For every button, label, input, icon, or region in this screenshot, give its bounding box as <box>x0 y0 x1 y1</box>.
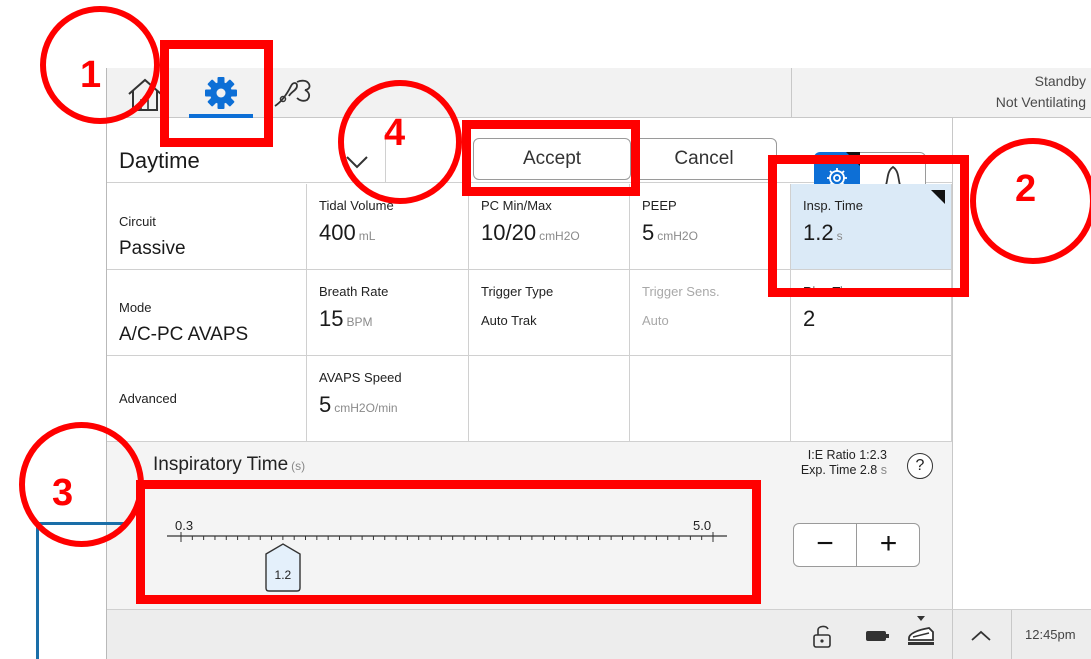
help-icon[interactable]: ? <box>907 453 933 479</box>
tidal-volume-value: 400 mL <box>319 220 375 246</box>
avaps-speed-number: 5 <box>319 392 332 417</box>
circuit-label: Circuit <box>119 214 156 229</box>
annotation-box-2 <box>768 155 969 297</box>
peep-label: PEEP <box>642 198 677 213</box>
bottom-bar: 12:45pm <box>107 609 1091 659</box>
pc-minmax-number: 10/20 <box>481 220 537 245</box>
increment-button[interactable]: + <box>857 524 920 566</box>
peep-unit: cmH2O <box>657 229 698 243</box>
ie-ratio: I:E Ratio 1:2.3 <box>807 448 887 462</box>
empty-cell <box>791 356 952 442</box>
avaps-speed-unit: cmH2O/min <box>334 401 398 415</box>
divider <box>1011 610 1012 659</box>
annotation-number-1: 1 <box>80 54 102 96</box>
trigger-sens-label: Trigger Sens. <box>642 284 720 299</box>
pc-minmax-label: PC Min/Max <box>481 198 552 213</box>
tidal-volume-unit: mL <box>358 229 376 243</box>
power-supply-icon <box>908 616 934 645</box>
clock: 12:45pm <box>1025 627 1076 642</box>
annotation-circle-3 <box>19 422 144 547</box>
breath-rate-cell[interactable]: Breath Rate 15 BPM <box>307 270 469 356</box>
breath-rate-number: 15 <box>319 306 344 331</box>
mode-label: Mode <box>119 300 152 315</box>
pc-minmax-unit: cmH2O <box>539 229 580 243</box>
trigger-type-cell[interactable]: Trigger Type Auto Trak <box>469 270 630 356</box>
breath-rate-value: 15 BPM <box>319 306 373 332</box>
mode-value: A/C-PC AVAPS <box>119 324 249 345</box>
annotation-number-4: 4 <box>384 112 406 154</box>
empty-cell <box>469 356 630 442</box>
empty-cell <box>630 356 791 442</box>
advanced-cell[interactable]: Advanced <box>107 356 307 442</box>
ie-info: I:E Ratio 1:2.3 Exp. Time 2.8 s <box>757 448 887 478</box>
trigger-sens-cell: Trigger Sens. Auto <box>630 270 791 356</box>
divider <box>952 610 953 659</box>
ventilation-status: Standby Not Ventilating <box>791 68 1091 118</box>
decrement-button[interactable]: − <box>794 524 857 566</box>
peep-cell[interactable]: PEEP 5 cmH2O <box>630 184 791 270</box>
avaps-speed-label: AVAPS Speed <box>319 370 402 385</box>
pc-minmax-value: 10/20 cmH2O <box>481 220 580 246</box>
annotation-box-3 <box>136 480 761 604</box>
exp-time-unit: s <box>880 463 887 477</box>
trigger-type-label: Trigger Type <box>481 284 554 299</box>
unlock-icon[interactable] <box>811 622 835 650</box>
rise-time-value: 2 <box>803 306 816 331</box>
background-window-edge <box>36 524 39 659</box>
annotation-number-2: 2 <box>1015 168 1037 210</box>
slider-title-text: Inspiratory Time <box>153 454 289 475</box>
avaps-speed-cell[interactable]: AVAPS Speed 5 cmH2O/min <box>307 356 469 442</box>
cancel-button[interactable]: Cancel <box>631 138 777 180</box>
status-standby: Standby <box>1034 73 1086 89</box>
exp-time-value: Exp. Time 2.8 <box>800 463 878 477</box>
preset-name: Daytime <box>119 148 200 173</box>
trigger-sens-value: Auto <box>642 313 669 328</box>
annotation-box-1 <box>160 40 273 147</box>
battery-icon <box>866 631 889 641</box>
pc-minmax-cell[interactable]: PC Min/Max 10/20 cmH2O <box>469 184 630 270</box>
status-not-ventilating: Not Ventilating <box>995 94 1086 110</box>
slider-title: Inspiratory Time (s) <box>153 454 305 476</box>
avaps-speed-value: 5 cmH2O/min <box>319 392 398 418</box>
exp-time: Exp. Time 2.8 s <box>757 463 887 478</box>
trigger-type-value: Auto Trak <box>481 313 537 328</box>
wrench-icon <box>274 79 311 107</box>
circuit-value: Passive <box>119 238 186 259</box>
tidal-volume-number: 400 <box>319 220 356 245</box>
breath-rate-unit: BPM <box>346 315 373 329</box>
annotation-number-3: 3 <box>52 472 74 514</box>
value-stepper: − + <box>793 523 920 567</box>
circuit-cell[interactable]: Circuit Passive <box>107 184 307 270</box>
advanced-label: Advanced <box>119 391 177 406</box>
breath-rate-label: Breath Rate <box>319 284 389 299</box>
tab-tools[interactable] <box>267 72 337 116</box>
chevron-up-icon[interactable] <box>969 628 993 644</box>
mode-cell[interactable]: Mode A/C-PC AVAPS <box>107 270 307 356</box>
annotation-box-4 <box>462 120 640 196</box>
slider-title-unit: (s) <box>291 459 306 473</box>
peep-value: 5 cmH2O <box>642 220 698 246</box>
peep-number: 5 <box>642 220 655 245</box>
